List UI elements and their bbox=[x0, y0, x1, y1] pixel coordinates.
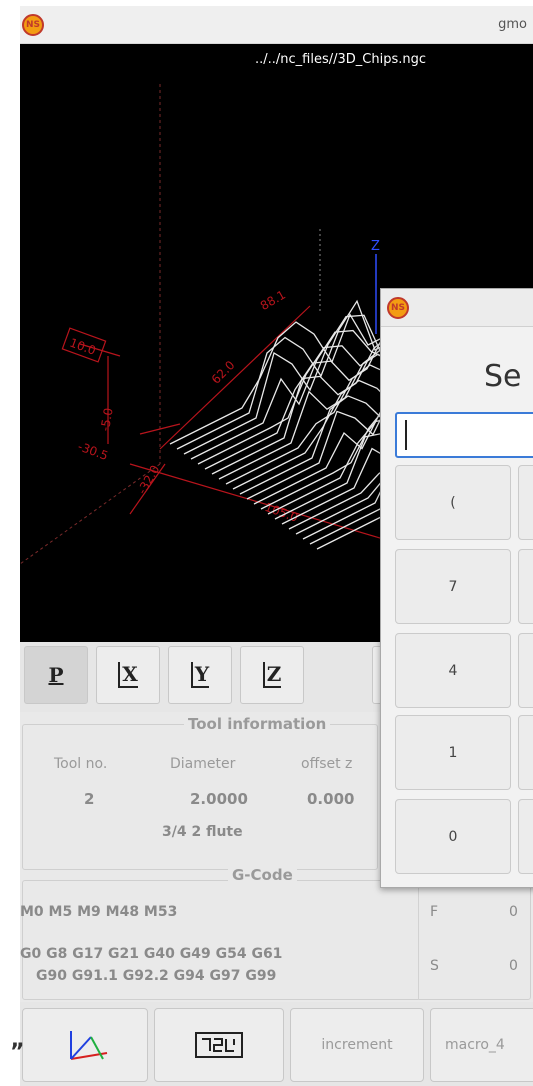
key-next-2[interactable] bbox=[518, 549, 533, 624]
feed-value: 0 bbox=[509, 904, 518, 920]
key-next-4[interactable] bbox=[518, 715, 533, 790]
app-logo-icon: NS bbox=[22, 14, 44, 36]
view-settings-button[interactable] bbox=[22, 1008, 148, 1082]
gcode-gcodes-line2: G90 G91.1 G92.2 G94 G97 G99 bbox=[36, 968, 277, 984]
gcode-panel: G-Code M0 M5 M9 M48 M53 G0 G8 G17 G21 G4… bbox=[20, 866, 533, 1002]
tool-information-panel: Tool information Tool no. Diameter offse… bbox=[20, 712, 380, 872]
offset-z-header: offset z bbox=[301, 756, 353, 772]
offset-z-value: 0.000 bbox=[307, 790, 355, 808]
gcode-title: G-Code bbox=[228, 866, 297, 884]
value-input[interactable] bbox=[395, 412, 533, 458]
view-x-icon: X bbox=[118, 662, 138, 688]
title-bar: NS gmo bbox=[20, 6, 533, 44]
diameter-value: 2.0000 bbox=[190, 790, 248, 808]
increment-button[interactable]: increment bbox=[290, 1008, 424, 1082]
bottom-button-bar: increment macro_4 bbox=[20, 1002, 533, 1086]
key-4[interactable]: 4 bbox=[395, 633, 511, 708]
gcode-divider bbox=[418, 880, 419, 1000]
svg-text:88.1: 88.1 bbox=[258, 288, 288, 313]
svg-text:-30.5: -30.5 bbox=[76, 439, 110, 463]
view-p-icon: P bbox=[48, 663, 64, 687]
key-next-3[interactable] bbox=[518, 633, 533, 708]
dialog-logo-icon: NS bbox=[387, 297, 409, 319]
tool-no-value: 2 bbox=[84, 790, 95, 808]
calculator-button[interactable] bbox=[154, 1008, 284, 1082]
speed-value: 0 bbox=[509, 958, 518, 974]
keypad-icon bbox=[195, 1032, 243, 1058]
speed-label: S bbox=[430, 958, 439, 974]
text-caret bbox=[405, 420, 407, 450]
view-y-icon: Y bbox=[190, 662, 210, 688]
tool-information-title: Tool information bbox=[184, 715, 331, 733]
key-1[interactable]: 1 bbox=[395, 715, 511, 790]
svg-text:62.0: 62.0 bbox=[209, 358, 238, 387]
view-x-button[interactable]: X bbox=[96, 646, 160, 704]
dialog-heading: Se bbox=[484, 359, 522, 394]
diameter-header: Diameter bbox=[170, 756, 236, 772]
view-p-button[interactable]: P bbox=[24, 646, 88, 704]
macro-4-button[interactable]: macro_4 bbox=[430, 1008, 533, 1082]
svg-text:105.0: 105.0 bbox=[263, 500, 300, 525]
toolpath-line bbox=[169, 313, 387, 445]
key-7[interactable]: 7 bbox=[395, 549, 511, 624]
axes-icon bbox=[70, 1031, 108, 1060]
view-z-icon: Z bbox=[262, 662, 282, 688]
key-0[interactable]: 0 bbox=[395, 799, 511, 874]
gcode-mcodes: M0 M5 M9 M48 M53 bbox=[20, 904, 178, 920]
window-title: gmo bbox=[498, 17, 527, 32]
feed-label: F bbox=[430, 904, 439, 920]
svg-text:10.0: 10.0 bbox=[68, 336, 98, 358]
view-z-button[interactable]: Z bbox=[240, 646, 304, 704]
stray-quote-mark: ” bbox=[10, 1040, 25, 1065]
key-next-5[interactable] bbox=[518, 799, 533, 874]
key-open-paren[interactable]: ( bbox=[395, 465, 511, 540]
gcode-gcodes-line1: G0 G8 G17 G21 G40 G49 G54 G61 bbox=[20, 946, 283, 962]
tool-description: 3/4 2 flute bbox=[162, 824, 243, 840]
key-next-1[interactable] bbox=[518, 465, 533, 540]
svg-text:-32.0: -32.0 bbox=[135, 463, 163, 497]
dialog-title-bar: NS bbox=[381, 289, 533, 327]
z-axis-label: Z bbox=[371, 239, 380, 254]
keypad-dialog: NS Se ( 7 4 1 0 bbox=[380, 288, 533, 888]
svg-text:-5.0: -5.0 bbox=[98, 407, 116, 432]
tool-no-header: Tool no. bbox=[54, 756, 108, 772]
view-y-button[interactable]: Y bbox=[168, 646, 232, 704]
